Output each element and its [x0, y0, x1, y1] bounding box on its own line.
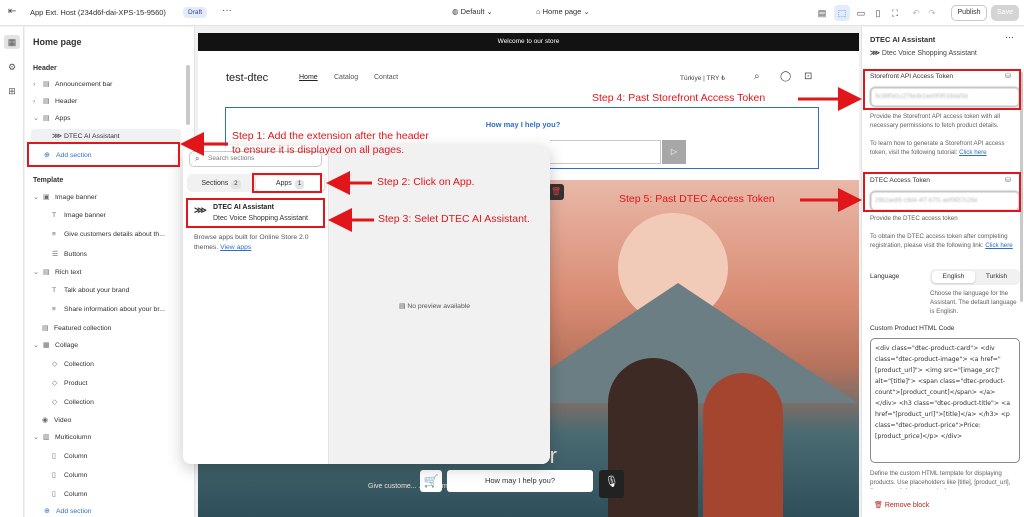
annotation-arrows — [180, 87, 862, 232]
annotation-step3: Step 3: Selet DTEC AI Assistant. — [378, 213, 530, 225]
annotation-step1: Step 1: Add the extension after the head… — [232, 130, 429, 142]
annotation-step2: Step 2: Click on App. — [377, 176, 475, 188]
annotation-step1b: to ensure it is displayed on all pages. — [232, 144, 405, 156]
annotation-step5: Step 5: Past DTEC Access Token — [619, 193, 775, 205]
annotation-step4: Step 4: Past Storefront Access Token — [592, 92, 766, 104]
